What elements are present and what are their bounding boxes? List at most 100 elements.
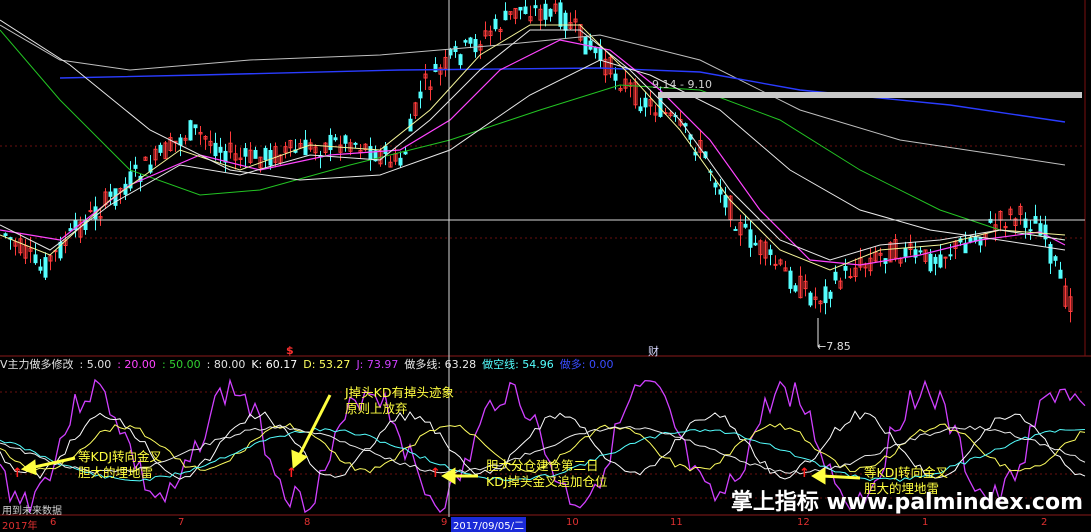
annotation-center: 胆大分仓建仓第二日 KDJ掉头金叉追加仓位 — [486, 458, 608, 490]
candle-body — [333, 137, 338, 141]
indicator-param-2: : 20.00 — [117, 358, 156, 371]
candle-body — [38, 266, 43, 271]
candle-body — [133, 164, 138, 169]
indicator-param-4: : 80.00 — [206, 358, 246, 371]
low-price-label: ←7.85 — [817, 340, 851, 353]
annotation-left: 等KDJ转向金叉 胆大的埋地雷 — [78, 449, 162, 481]
candle-body — [1058, 269, 1063, 279]
candle-body — [928, 253, 933, 272]
candle-body — [793, 285, 798, 292]
candle-body — [643, 97, 648, 108]
candle-body — [723, 195, 728, 208]
watermark: 掌上指标 www.palmindex.com — [730, 490, 1083, 515]
chart-canvas[interactable] — [0, 0, 1091, 530]
candle-body — [33, 254, 38, 264]
annotation-middle-line2: 原则上放弃 — [345, 401, 408, 416]
candle-body — [753, 242, 758, 246]
date-axis[interactable]: 2017年 6 7 8 9 2017/09/05/二 10 11 12 1 2 — [0, 517, 1091, 532]
candle-body — [268, 149, 273, 166]
candle-body — [743, 223, 748, 228]
candle-body — [523, 6, 528, 15]
candle-body — [733, 228, 738, 231]
candle-body — [3, 233, 8, 236]
candle-body — [398, 157, 403, 166]
candle-body — [403, 151, 408, 155]
candle-body — [463, 40, 468, 43]
candle-body — [563, 12, 568, 31]
month-label: 10 — [566, 517, 579, 528]
candle-body — [713, 182, 718, 188]
candle-body — [968, 238, 973, 243]
candle-body — [588, 40, 593, 50]
candle-body — [773, 263, 778, 266]
annotation-left-line1: 等KDJ转向金叉 — [78, 449, 163, 464]
candle-body — [43, 257, 48, 278]
j-value: J: 73.97 — [356, 358, 399, 371]
event-marker-finance[interactable]: 财 — [648, 343, 659, 359]
price-tag-bar — [658, 92, 1082, 98]
annotation-center-line2: KDJ掉头金叉追加仓位 — [486, 474, 608, 489]
candle-body — [158, 144, 163, 153]
annotation-center-line1: 胆大分仓建仓第二日 — [486, 458, 599, 473]
short-line-value: 做空线: 54.96 — [482, 358, 554, 371]
candle-body — [343, 135, 348, 144]
candle-body — [1053, 256, 1058, 261]
candle-body — [598, 47, 603, 61]
month-label: 2 — [1041, 517, 1048, 528]
candle-body — [833, 271, 838, 281]
candle-body — [473, 38, 478, 53]
candle-body — [88, 210, 93, 213]
candle-body — [243, 148, 248, 157]
annotation-right-line1: 等KDJ转向金叉 — [864, 465, 949, 480]
month-label: 6 — [50, 517, 57, 528]
candle-body — [963, 242, 968, 254]
candle-body — [328, 134, 333, 151]
candle-body — [518, 6, 523, 11]
signal-arrow-icon: ↑ — [799, 466, 810, 481]
candle-body — [613, 73, 618, 81]
d-value: D: 53.27 — [303, 358, 351, 371]
month-label: 9 — [441, 517, 448, 528]
candle-body — [108, 191, 113, 197]
candle-body — [823, 286, 828, 304]
chart-stage[interactable]: 9.14 - 9.10 ←7.85 $ 财 V主力做多修改 : 5.00 : 20.… — [0, 0, 1091, 532]
candle-body — [368, 146, 373, 161]
candle-body — [718, 189, 723, 195]
candle-body — [903, 247, 908, 257]
candle-body — [843, 266, 848, 271]
candle-body — [548, 8, 553, 17]
candle-body — [263, 147, 268, 161]
candle-body — [918, 250, 923, 253]
candle-body — [253, 149, 258, 159]
annotation-left-line2: 胆大的埋地雷 — [78, 465, 154, 480]
candle-body — [558, 2, 563, 27]
candle-body — [1028, 229, 1033, 232]
indicator-param-3: : 50.00 — [161, 358, 201, 371]
annotation-middle: J掉头KD有掉头迹象 原则上放弃 — [345, 385, 454, 417]
candle-body — [638, 106, 643, 112]
candle-body — [353, 142, 358, 145]
candle-body — [848, 276, 853, 279]
candle-body — [593, 46, 598, 54]
indicator-title-bar[interactable]: V主力做多修改: 5.00: 20.00: 50.00: 80.00 K: 60.… — [0, 358, 619, 372]
candle-body — [768, 249, 773, 255]
candle-body — [788, 270, 793, 289]
price-tag-label: 9.14 - 9.10 — [652, 78, 712, 91]
candle-body — [828, 291, 833, 299]
candle-body — [193, 124, 198, 129]
candle-body — [543, 3, 548, 20]
long-signal-value: 做多: 0.00 — [559, 358, 614, 371]
month-label: 7 — [178, 517, 185, 528]
indicator-param-1: : 5.00 — [79, 358, 112, 371]
indicator-name[interactable]: V主力做多修改 — [0, 358, 74, 371]
candle-body — [978, 237, 983, 246]
future-data-label: 用到未来数据 — [2, 506, 62, 517]
candle-body — [188, 120, 193, 141]
candle-body — [533, 5, 538, 9]
event-marker-dollar[interactable]: $ — [286, 344, 294, 357]
candle-body — [503, 10, 508, 21]
candle-body — [748, 229, 753, 248]
candle-body — [933, 256, 938, 264]
candle-body — [938, 254, 943, 268]
month-label: 11 — [670, 517, 683, 528]
